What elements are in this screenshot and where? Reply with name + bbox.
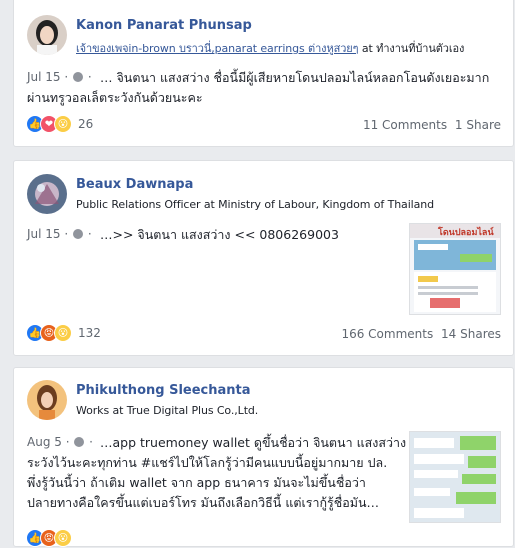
post-meta: Jul 15 · · — [27, 70, 92, 84]
reaction-count: 132 — [78, 326, 101, 340]
avatar[interactable] — [27, 174, 67, 214]
reaction-summary[interactable]: 👍 😡 😮 — [26, 528, 72, 548]
wow-reaction-icon: 😮 — [54, 115, 72, 133]
author-subline: Works at True Digital Plus Co.,Ltd. — [76, 404, 259, 417]
author-name[interactable]: Kanon Panarat Phunsap — [76, 18, 252, 33]
wow-reaction-icon: 😮 — [54, 529, 72, 547]
post-date[interactable]: Jul 15 — [27, 227, 61, 241]
post-text-line: พึ่งรู้วันนี้ว่า ถ้าเติม wallet จาก app … — [27, 475, 366, 490]
post-text-line: ระวังไว้นะคะทุกท่าน #แชร์ไปให้โลกรู้ว่าม… — [27, 455, 388, 470]
post-text-line: …app truemoney wallet ดูขึ้นชื่อว่า จินต… — [100, 435, 407, 450]
post-card: Kanon Panarat Phunsap เจ้าของเพจin-brown… — [13, 0, 514, 147]
post-text-line: ปลายทางคือใครขึ้นแต่เบอร์โทร มันถึงเลือก… — [27, 495, 380, 510]
post-text-line: … จินตนา แสงสว่าง ชื่อนี้มีผู้เสียหายโดน… — [100, 70, 490, 85]
avatar[interactable] — [27, 15, 67, 55]
engagement-stats: 166 Comments 14 Shares — [337, 327, 501, 341]
post-date[interactable]: Aug 5 — [27, 435, 62, 449]
comments-link[interactable]: 11 Comments — [363, 118, 447, 132]
globe-icon — [73, 72, 84, 82]
author-subline: เจ้าของเพจin-brown บราวนี่,panarat earri… — [76, 39, 464, 57]
wow-reaction-icon: 😮 — [54, 324, 72, 342]
comments-link[interactable]: 166 Comments — [341, 327, 433, 341]
post-card: Beaux Dawnapa Public Relations Officer a… — [13, 160, 514, 356]
post-text-line: ผ่านทรูวอลเล็ตระวังกันด้วยนะคะ — [27, 90, 203, 105]
reaction-summary[interactable]: 👍 😡 😮 132 — [26, 323, 101, 343]
subline-rest: at ทำงานที่บ้านตัวเอง — [361, 42, 465, 55]
post-meta: Jul 15 · · — [27, 227, 92, 241]
avatar[interactable] — [27, 380, 67, 420]
post-date[interactable]: Jul 15 — [27, 70, 61, 84]
post-image[interactable] — [409, 431, 501, 523]
globe-icon — [74, 437, 85, 447]
page-link[interactable]: เจ้าของเพจin-brown บราวนี่,panarat earri… — [76, 42, 359, 55]
reaction-count: 26 — [78, 117, 94, 131]
reaction-summary[interactable]: 👍 ❤ 😮 26 — [26, 114, 93, 134]
post-card: Phikulthong Sleechanta Works at True Dig… — [13, 367, 514, 547]
author-name[interactable]: Phikulthong Sleechanta — [76, 383, 251, 398]
image-caption: โดนปลอมไลน์ — [437, 226, 494, 238]
shares-link[interactable]: 1 Share — [455, 118, 501, 132]
globe-icon — [73, 229, 84, 239]
author-subline: Public Relations Officer at Ministry of … — [76, 198, 435, 211]
post-text-line: …>> จินตนา แสงสว่าง << 0806269003 — [100, 227, 339, 242]
engagement-stats: 11 Comments 1 Share — [359, 118, 501, 132]
post-meta: Aug 5 · · — [27, 435, 93, 449]
author-name[interactable]: Beaux Dawnapa — [76, 177, 193, 192]
post-image[interactable]: โดนปลอมไลน์ — [409, 223, 501, 315]
shares-link[interactable]: 14 Shares — [441, 327, 501, 341]
